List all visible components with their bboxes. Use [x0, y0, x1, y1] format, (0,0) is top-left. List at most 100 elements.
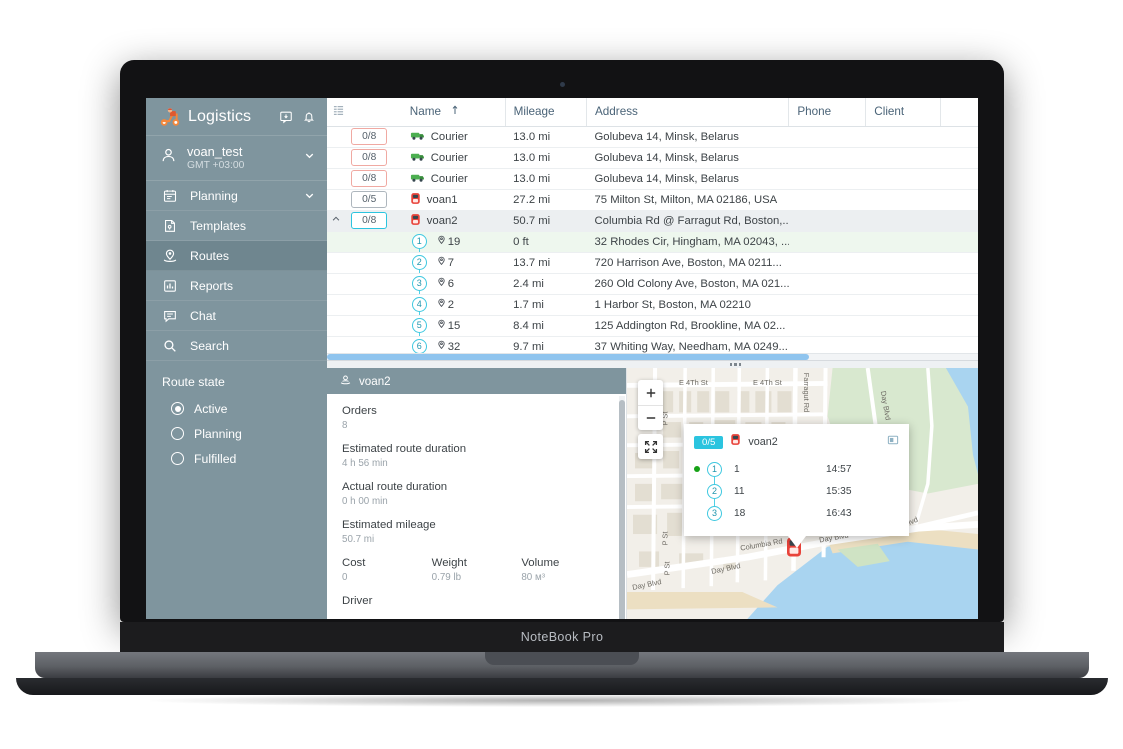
col-client[interactable]: Client — [865, 98, 942, 127]
laptop-chin: NoteBook Pro — [120, 622, 1004, 652]
open-panel-icon[interactable] — [887, 433, 899, 451]
field-value: 50.7 mi — [342, 534, 375, 545]
field-value: 0 h 00 min — [342, 496, 388, 507]
popup-status-badge: 0/5 — [694, 435, 724, 449]
scrollbar-thumb[interactable] — [327, 354, 809, 360]
route-state-label: Planning — [194, 426, 242, 441]
table-row[interactable]: 0/8 Courier 13.0 mi Golubeva 14, Minsk, … — [327, 168, 978, 190]
route-client — [865, 168, 941, 190]
route-address: 75 Milton St, Milton, MA 02186, USA — [586, 189, 789, 211]
red-car-icon — [410, 192, 421, 208]
route-state-option-fulfilled[interactable]: Fulfilled — [162, 446, 327, 471]
grid-list-icon[interactable] — [327, 98, 352, 127]
sidebar-item-label: Routes — [190, 248, 229, 263]
stop-order-count: 2 — [447, 298, 455, 311]
table-row-stop[interactable]: 1 19 0 ft 32 Rhodes Cir, Hingham, MA 020… — [327, 231, 978, 253]
drag-handle-icon[interactable] — [729, 363, 742, 366]
detail-panel-title: voan2 — [359, 374, 391, 388]
fullscreen-button[interactable] — [638, 434, 663, 459]
stop-number: 4 — [411, 297, 427, 314]
panel-splitter[interactable] — [327, 361, 978, 368]
popup-stop-row[interactable]: 3 18 16:43 — [694, 502, 899, 524]
route-mileage: 13.0 mi — [505, 147, 587, 169]
route-client — [865, 147, 941, 169]
detail-field-driver: Driver — [342, 594, 611, 609]
message-download-icon[interactable] — [279, 110, 293, 124]
sort-ascending-arrow[interactable] — [451, 105, 459, 118]
route-phone — [788, 210, 866, 232]
stop-mileage: 2.4 mi — [505, 273, 587, 295]
bottom-section: voan2 Orders 8 Estimated route duration … — [327, 368, 978, 619]
sidebar-item-planning[interactable]: Planning — [146, 181, 327, 212]
popup-stop-number: 3 — [707, 505, 722, 521]
col-name[interactable]: Name — [401, 98, 506, 127]
radio-planning-icon[interactable] — [171, 427, 184, 441]
account-switcher[interactable]: voan_test GMT +03:00 — [146, 136, 327, 182]
route-mileage: 13.0 mi — [505, 126, 587, 148]
popup-stop-time: 16:43 — [826, 507, 852, 519]
route-state-option-active[interactable]: Active — [162, 396, 327, 421]
route-phone — [788, 168, 866, 190]
radio-active-icon[interactable] — [171, 402, 184, 416]
stop-order-count: 32 — [447, 340, 461, 353]
map-zoom-controls — [638, 380, 663, 430]
table-row-stop[interactable]: 5 15 8.4 mi 125 Addington Rd, Brookline,… — [327, 315, 978, 337]
route-address: Columbia Rd @ Farragut Rd, Boston,... — [586, 210, 789, 232]
sidebar-item-chat[interactable]: Chat — [146, 301, 327, 332]
green-truck-icon — [410, 130, 425, 144]
popup-stop-row[interactable]: 2 11 15:35 — [694, 480, 899, 507]
popup-stop-row[interactable]: 1 1 14:57 — [694, 458, 899, 485]
chevron-up-icon[interactable] — [327, 210, 352, 232]
popup-stop-time: 15:35 — [826, 485, 852, 497]
col-phone[interactable]: Phone — [788, 98, 867, 127]
stop-client — [865, 294, 941, 316]
field-label: Estimated mileage — [342, 519, 436, 531]
popup-stop-time: 14:57 — [826, 463, 852, 475]
detail-field-estimated-mileage: Estimated mileage 50.7 mi — [342, 518, 611, 546]
route-phone — [788, 126, 866, 148]
stop-address: 260 Old Colony Ave, Boston, MA 021... — [586, 273, 789, 295]
map-route-popup[interactable]: 0/5 voan2 1 1 14:57 2 11 15:35 3 18 16:4… — [684, 424, 909, 548]
stop-order-count: 7 — [447, 256, 455, 269]
scrollbar-thumb[interactable] — [619, 400, 625, 619]
stop-number: 1 — [411, 234, 427, 251]
table-row-stop[interactable]: 3 6 2.4 mi 260 Old Colony Ave, Boston, M… — [327, 273, 978, 295]
table-horizontal-scrollbar[interactable] — [327, 353, 978, 360]
popup-stop-label: 11 — [734, 485, 745, 497]
route-name: Courier — [430, 151, 468, 164]
bell-icon[interactable] — [302, 110, 316, 124]
stop-address: 1 Harbor St, Boston, MA 02210 — [586, 294, 789, 316]
col-address[interactable]: Address — [586, 98, 790, 127]
detail-vertical-scrollbar[interactable] — [619, 396, 625, 619]
stop-client — [865, 252, 941, 274]
zoom-out-button[interactable] — [638, 405, 663, 430]
detail-metric-volume: Volume 80 м³ — [521, 556, 611, 584]
table-row[interactable]: 0/5 voan1 27.2 mi 75 Milton St, Milton, … — [327, 189, 978, 211]
route-state-option-planning[interactable]: Planning — [162, 421, 327, 446]
sidebar-item-search[interactable]: Search — [146, 331, 327, 362]
laptop-foot — [16, 678, 1108, 695]
stop-phone — [788, 273, 866, 295]
table-row-stop[interactable]: 2 7 13.7 mi 720 Harrison Ave, Boston, MA… — [327, 252, 978, 274]
table-row-selected[interactable]: 0/8 voan2 50.7 mi Columbia Rd @ Farragut… — [327, 210, 978, 232]
route-client — [865, 210, 941, 232]
table-row[interactable]: 0/8 Courier 13.0 mi Golubeva 14, Minsk, … — [327, 147, 978, 169]
stop-phone — [788, 231, 866, 253]
chevron-down-icon[interactable] — [303, 189, 316, 202]
table-row-stop[interactable]: 4 2 1.7 mi 1 Harbor St, Boston, MA 02210 — [327, 294, 978, 316]
radio-fulfilled-icon[interactable] — [171, 452, 184, 466]
detail-panel-header: voan2 — [327, 368, 626, 394]
stop-client — [865, 273, 941, 295]
col-mileage[interactable]: Mileage — [505, 98, 588, 127]
stop-mileage: 1.7 mi — [505, 294, 587, 316]
table-row[interactable]: 0/8 Courier 13.0 mi Golubeva 14, Minsk, … — [327, 126, 978, 148]
chevron-down-icon[interactable] — [303, 149, 316, 167]
sidebar-item-templates[interactable]: Templates — [146, 211, 327, 242]
map-view[interactable]: E 4Th St E 4Th St P St Farragut Rd Day B… — [627, 368, 978, 619]
status-badge: 0/5 — [351, 191, 388, 208]
stop-mileage: 13.7 mi — [505, 252, 587, 274]
sidebar-item-reports[interactable]: Reports — [146, 271, 327, 302]
sidebar-item-routes[interactable]: Routes — [146, 241, 327, 272]
zoom-in-button[interactable] — [638, 380, 663, 405]
popup-route-name: voan2 — [748, 436, 778, 448]
